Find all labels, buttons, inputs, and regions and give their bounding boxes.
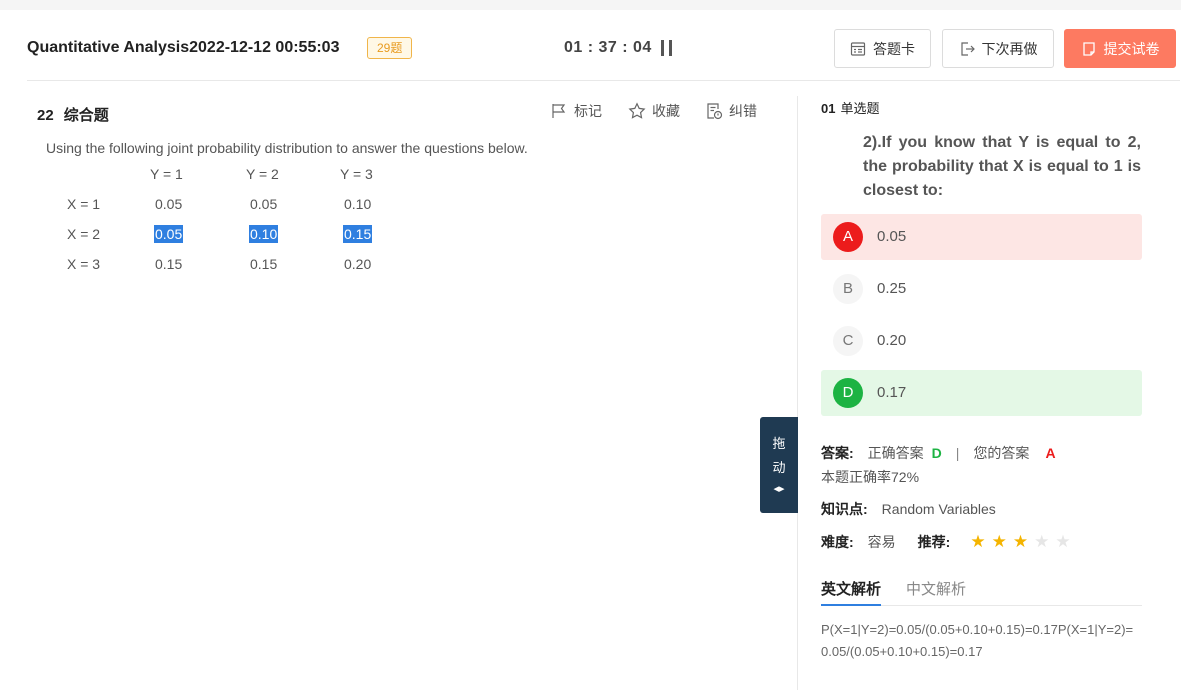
option-c[interactable]: C 0.20 — [821, 318, 1142, 364]
answer-label: 答案: — [821, 445, 854, 461]
difficulty-value: 容易 — [867, 534, 896, 550]
report-error-button[interactable]: 纠错 — [705, 101, 757, 121]
tab-english-analysis[interactable]: 英文解析 — [821, 578, 881, 606]
option-text: 0.25 — [877, 280, 907, 297]
favorite-button[interactable]: 收藏 — [628, 101, 680, 121]
option-a[interactable]: A 0.05 — [821, 214, 1142, 260]
answer-separator: | — [955, 445, 960, 461]
answer-card-icon — [850, 41, 866, 56]
table-cell: 0.15 — [250, 256, 278, 272]
exam-timer: 01 : 37 : 04 — [564, 39, 652, 56]
option-text: 0.05 — [877, 228, 907, 245]
drag-label-2: 动 — [772, 460, 786, 475]
option-letter: B — [833, 274, 863, 304]
submit-icon — [1082, 41, 1095, 56]
question-count-badge: 29题 — [367, 37, 413, 59]
accuracy-rate: 本题正确率72% — [821, 469, 920, 485]
question-stem: Using the following joint probability di… — [46, 140, 528, 156]
exam-header: Quantitative Analysis2022-12-12 00:55:03… — [27, 10, 1180, 81]
option-b[interactable]: B 0.25 — [821, 266, 1142, 312]
difficulty-label: 难度: — [821, 534, 854, 550]
analysis-text: P(X=1|Y=2)=0.05/(0.05+0.10+0.15)=0.17P(X… — [821, 622, 1134, 659]
drag-label-1: 拖 — [772, 436, 786, 451]
recommend-stars: ★ ★ ★ ★ ★ — [970, 532, 1071, 551]
knowledge-point: 知识点: Random Variables — [821, 499, 996, 519]
answer-card-label: 答题卡 — [873, 40, 915, 57]
knowledge-value: Random Variables — [881, 501, 996, 517]
table-cell-selected: 0.15 — [343, 225, 373, 243]
favorite-label: 收藏 — [652, 103, 680, 119]
drag-handle[interactable]: 拖 动 ◂▸ — [760, 417, 798, 513]
table-col-header: Y = 3 — [340, 166, 373, 182]
table-cell: 0.15 — [155, 256, 183, 272]
star-outline-icon — [628, 102, 646, 119]
table-row-label: X = 3 — [67, 256, 101, 272]
star-icon: ★ — [970, 532, 986, 551]
correct-answer-value: D — [931, 445, 942, 461]
table-cell: 0.10 — [344, 196, 372, 212]
question-heading: 22 综合题 — [37, 104, 109, 125]
option-text: 0.17 — [877, 384, 907, 401]
mark-label: 标记 — [574, 103, 602, 119]
your-answer-value: A — [1045, 445, 1056, 461]
submit-exam-button[interactable]: 提交试卷 — [1064, 29, 1176, 68]
star-icon: ★ — [1055, 532, 1071, 551]
star-icon: ★ — [991, 532, 1007, 551]
subquestion-type-label: 单选题 — [840, 101, 880, 116]
do-later-label: 下次再做 — [981, 40, 1038, 57]
do-later-button[interactable]: 下次再做 — [942, 29, 1054, 68]
recommend-label: 推荐: — [917, 534, 951, 550]
table-col-header: Y = 2 — [246, 166, 279, 182]
subquestion-type: 01 单选题 — [821, 98, 879, 117]
correct-answer-label: 正确答案 — [867, 445, 924, 461]
question-number: 22 — [37, 107, 54, 124]
mark-button[interactable]: 标记 — [550, 101, 602, 121]
analysis-tabs: 英文解析 中文解析 — [821, 578, 1142, 606]
question-type: 综合题 — [63, 107, 109, 124]
difficulty-row: 难度: 容易 推荐: ★ ★ ★ ★ ★ — [821, 532, 1071, 552]
star-icon: ★ — [1012, 532, 1029, 551]
option-d[interactable]: D 0.17 — [821, 370, 1142, 416]
table-cell: 0.05 — [155, 196, 183, 212]
table-cell-selected: 0.05 — [154, 225, 184, 243]
subquestion-text: 2).If you know that Y is equal to 2, the… — [863, 134, 1141, 199]
answer-card-button[interactable]: 答题卡 — [834, 29, 931, 68]
option-letter: C — [833, 326, 863, 356]
option-letter: D — [833, 378, 863, 408]
answer-row: 答案: 正确答案 D | 您的答案 A — [821, 443, 1056, 463]
panel-divider — [797, 96, 798, 690]
star-icon: ★ — [1034, 532, 1050, 551]
tab-chinese-analysis[interactable]: 中文解析 — [906, 578, 966, 606]
pause-icon[interactable] — [661, 40, 673, 56]
option-letter: A — [833, 222, 863, 252]
report-label: 纠错 — [729, 103, 757, 119]
top-strip — [0, 0, 1181, 10]
knowledge-label: 知识点: — [821, 501, 868, 517]
flag-icon — [552, 104, 566, 118]
table-row-label: X = 2 — [67, 226, 101, 242]
exam-title: Quantitative Analysis2022-12-12 00:55:03 — [27, 39, 340, 56]
subquestion-index: 01 — [821, 101, 836, 116]
table-cell: 0.05 — [250, 196, 278, 212]
submit-label: 提交试卷 — [1103, 40, 1160, 57]
resize-arrows-icon: ◂▸ — [773, 483, 785, 495]
option-text: 0.20 — [877, 332, 907, 349]
table-cell: 0.20 — [344, 256, 372, 272]
exit-icon — [960, 41, 975, 56]
table-col-header: Y = 1 — [150, 166, 183, 182]
table-row-label: X = 1 — [67, 196, 101, 212]
your-answer-label: 您的答案 — [973, 445, 1030, 461]
table-cell-selected: 0.10 — [249, 225, 279, 243]
report-icon — [707, 103, 723, 120]
